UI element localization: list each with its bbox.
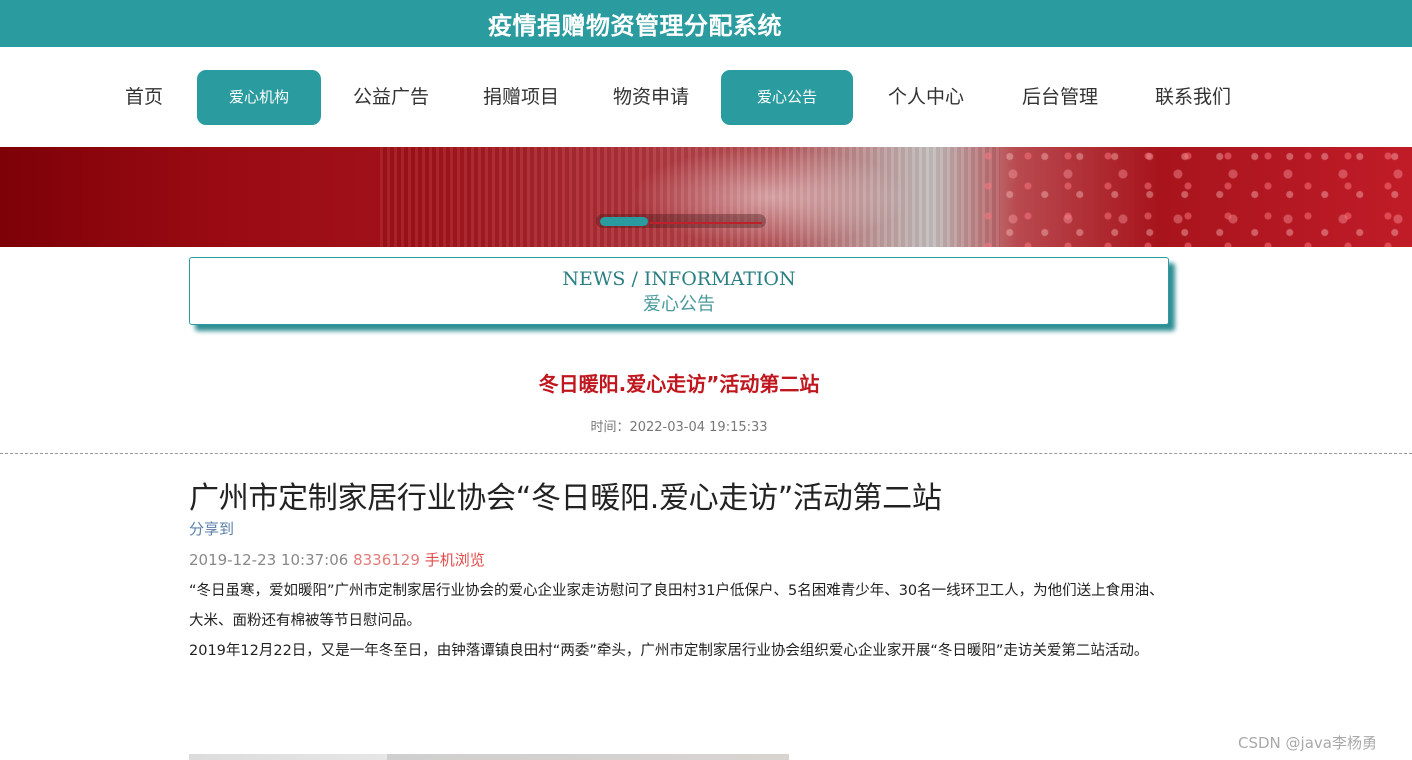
- nav-item-charity-notice[interactable]: 爱心公告: [721, 70, 853, 125]
- nav-item-charity-org[interactable]: 爱心机构: [197, 70, 321, 125]
- article-time: 时间：2022-03-04 19:15:33: [0, 416, 1358, 435]
- nav-item-supply-request[interactable]: 物资申请: [601, 70, 701, 125]
- carousel-indicator-line[interactable]: [650, 222, 762, 224]
- banner-carousel[interactable]: [0, 147, 1412, 247]
- banner-light: [630, 147, 910, 247]
- meta-mobile-browse[interactable]: 手机浏览: [425, 551, 485, 569]
- top-header-bar: 疫情捐赠物资管理分配系统: [0, 0, 1412, 47]
- article-title: 冬日暖阳.爱心走访”活动第二站: [538, 372, 820, 396]
- dashed-divider: [0, 453, 1412, 454]
- banner-sparkle: [980, 147, 1412, 247]
- article-paragraph: 2019年12月22日，又是一年冬至日，由钟落谭镇良田村“两委”牵头，广州市定制…: [189, 643, 1149, 659]
- article-paragraph: “冬日虽寒，爱如暖阳”广州市定制家居行业协会的爱心企业家走访慰问了良田村31户低…: [189, 583, 1164, 629]
- section-heading-box: NEWS / INFORMATION 爱心公告: [189, 257, 1169, 325]
- article-photo: [189, 754, 789, 760]
- nav-item-personal-center[interactable]: 个人中心: [876, 70, 976, 125]
- meta-views: 8336129: [353, 551, 420, 569]
- nav-item-donation-projects[interactable]: 捐赠项目: [471, 70, 571, 125]
- share-link[interactable]: 分享到: [189, 520, 1169, 538]
- main-nav: 首页 爱心机构 公益广告 捐赠项目 物资申请 爱心公告 个人中心 后台管理 联系…: [0, 47, 1412, 147]
- article-time-label: 时间：: [590, 420, 630, 435]
- section-cn-title: 爱心公告: [643, 294, 715, 315]
- meta-date: 2019-12-23 10:37:06: [189, 551, 349, 569]
- section-en-title: NEWS / INFORMATION: [562, 268, 796, 290]
- article-meta: 2019-12-23 10:37:06 8336129 手机浏览: [189, 550, 1169, 570]
- system-title: 疫情捐赠物资管理分配系统: [488, 12, 782, 40]
- csdn-watermark: CSDN @java李杨勇: [1238, 734, 1377, 752]
- article-headline: 广州市定制家居行业协会“冬日暖阳.爱心走访”活动第二站: [189, 481, 942, 516]
- article-content: 广州市定制家居行业协会“冬日暖阳.爱心走访”活动第二站 分享到 2019-12-…: [189, 478, 1169, 666]
- carousel-indicator-active[interactable]: [600, 217, 648, 226]
- nav-item-admin[interactable]: 后台管理: [1010, 70, 1110, 125]
- nav-item-home[interactable]: 首页: [104, 70, 184, 125]
- article-time-value: 2022-03-04 19:15:33: [629, 420, 768, 435]
- nav-item-contact-us[interactable]: 联系我们: [1143, 70, 1243, 125]
- nav-item-public-ads[interactable]: 公益广告: [341, 70, 441, 125]
